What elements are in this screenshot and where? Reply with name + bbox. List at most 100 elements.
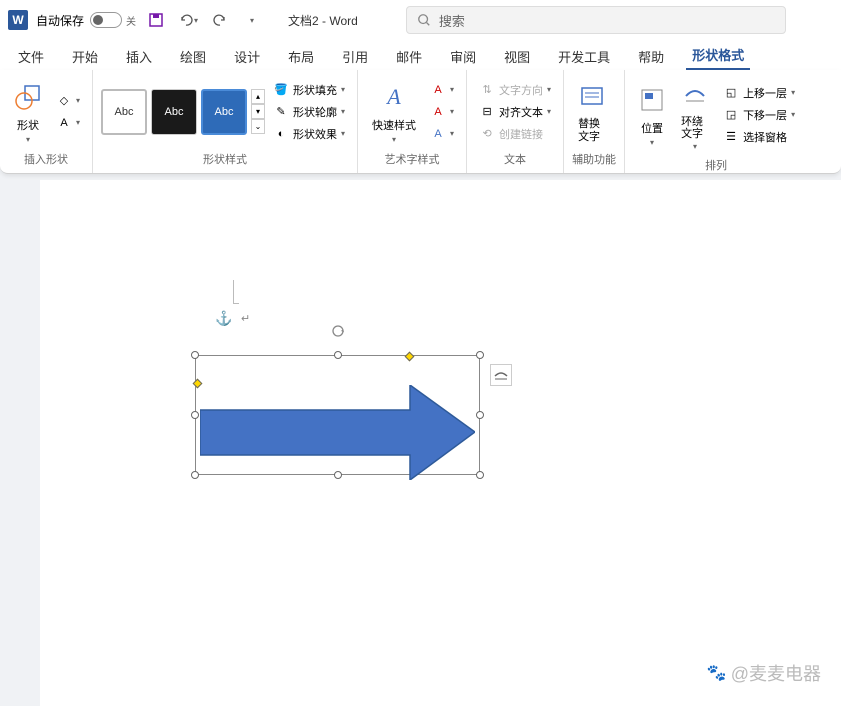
tab-draw[interactable]: 绘图: [174, 43, 212, 70]
chevron-down-icon: ▾: [693, 142, 697, 151]
chevron-down-icon: ▾: [392, 135, 396, 144]
link-icon: ⟲: [479, 126, 495, 142]
text-effects-button[interactable]: A▾: [426, 124, 458, 144]
shapes-label: 形状: [17, 117, 39, 133]
textbox-button[interactable]: A▾: [52, 113, 84, 133]
shapes-icon: [14, 79, 42, 115]
ribbon: 形状 ▾ ◇▾ A▾ 插入形状 Abc Abc Abc ▴ ▾ ⌄: [0, 70, 841, 174]
tab-view[interactable]: 视图: [498, 43, 536, 70]
autosave-toggle[interactable]: 自动保存 关: [36, 12, 136, 29]
gallery-more[interactable]: ⌄: [251, 119, 265, 134]
resize-handle-sw[interactable]: [191, 471, 199, 479]
alt-text-icon: [579, 80, 605, 116]
edit-shape-icon: ◇: [56, 93, 72, 109]
text-outline-button[interactable]: A▾: [426, 102, 458, 122]
bring-forward-button[interactable]: ◱上移一层▾: [719, 83, 799, 103]
tab-insert[interactable]: 插入: [120, 43, 158, 70]
quick-styles-button[interactable]: A 快速样式 ▾: [366, 75, 422, 148]
textbox-icon: A: [56, 115, 72, 131]
style-preset-1[interactable]: Abc: [101, 89, 147, 135]
wordart-icon: A: [387, 79, 400, 115]
layout-options-icon: [493, 368, 509, 382]
search-input[interactable]: 搜索: [406, 6, 786, 34]
group-accessibility: 替换文字 辅助功能: [564, 70, 625, 173]
selection-pane-button[interactable]: ☰选择窗格: [719, 127, 799, 147]
tab-developer[interactable]: 开发工具: [552, 43, 616, 70]
send-backward-button[interactable]: ◲下移一层▾: [719, 105, 799, 125]
title-bar: W 自动保存 关 ▾ ▾ 文档2 - Word 搜索: [0, 0, 841, 40]
save-button[interactable]: [144, 8, 168, 32]
toggle-switch[interactable]: [90, 12, 122, 28]
style-gallery: Abc Abc Abc ▴ ▾ ⌄: [101, 89, 265, 135]
group-arrange: 位置 ▾ 环绕文字 ▾ ◱上移一层▾ ◲下移一层▾ ☰选择窗格 排列: [625, 70, 807, 173]
style-preset-3[interactable]: Abc: [201, 89, 247, 135]
tab-layout[interactable]: 布局: [282, 43, 320, 70]
shape-outline-button[interactable]: ✎形状轮廓▾: [269, 102, 349, 122]
resize-handle-s[interactable]: [334, 471, 342, 479]
text-effects-icon: A: [430, 126, 446, 142]
quick-styles-label: 快速样式: [372, 117, 416, 133]
tab-home[interactable]: 开始: [66, 43, 104, 70]
forward-icon: ◱: [723, 85, 739, 101]
wrap-icon: [682, 78, 708, 114]
gallery-up[interactable]: ▴: [251, 89, 265, 104]
resize-handle-nw[interactable]: [191, 351, 199, 359]
undo-button[interactable]: ▾: [176, 8, 200, 32]
gallery-nav: ▴ ▾ ⌄: [251, 89, 265, 134]
shape-effects-button[interactable]: ◐形状效果▾: [269, 124, 349, 144]
group-shape-styles: Abc Abc Abc ▴ ▾ ⌄ 🪣形状填充▾ ✎形状轮廓▾ ◐形状效果▾ 形…: [93, 70, 358, 173]
group-label: 排列: [633, 155, 799, 175]
redo-button[interactable]: [208, 8, 232, 32]
tab-design[interactable]: 设计: [228, 43, 266, 70]
layout-options-button[interactable]: [490, 364, 512, 386]
text-fill-button[interactable]: A▾: [426, 80, 458, 100]
watermark-text: @麦麦电器: [731, 660, 821, 686]
pane-icon: ☰: [723, 129, 739, 145]
resize-handle-n[interactable]: [334, 351, 342, 359]
fill-icon: 🪣: [273, 82, 289, 98]
alt-text-label: 替换文字: [578, 118, 606, 142]
group-label: 形状样式: [101, 149, 349, 169]
document-title: 文档2 - Word: [288, 12, 358, 29]
arrow-shape[interactable]: [200, 385, 475, 480]
alt-text-button[interactable]: 替换文字: [572, 76, 612, 146]
shapes-button[interactable]: 形状 ▾: [8, 75, 48, 148]
qat-customize[interactable]: ▾: [240, 8, 264, 32]
anchor-icon: ⚓: [215, 310, 232, 327]
group-label: 文本: [475, 149, 555, 169]
document-canvas[interactable]: ⚓ ↵: [40, 180, 841, 706]
position-button[interactable]: 位置 ▾: [633, 78, 671, 151]
search-icon: [417, 13, 431, 27]
tab-mailings[interactable]: 邮件: [390, 43, 428, 70]
edit-shape-button[interactable]: ◇▾: [52, 91, 84, 111]
wrap-text-button[interactable]: 环绕文字 ▾: [675, 74, 715, 155]
outline-icon: ✎: [273, 104, 289, 120]
resize-handle-w[interactable]: [191, 411, 199, 419]
resize-handle-se[interactable]: [476, 471, 484, 479]
word-app-icon: W: [8, 10, 28, 30]
search-placeholder: 搜索: [439, 11, 465, 30]
tab-references[interactable]: 引用: [336, 43, 374, 70]
group-wordart-styles: A 快速样式 ▾ A▾ A▾ A▾ 艺术字样式: [358, 70, 467, 173]
tab-file[interactable]: 文件: [12, 43, 50, 70]
shape-fill-button[interactable]: 🪣形状填充▾: [269, 80, 349, 100]
style-preset-2[interactable]: Abc: [151, 89, 197, 135]
create-link-button: ⟲创建链接: [475, 124, 555, 144]
text-direction-icon: ⇅: [479, 82, 495, 98]
wrap-label: 环绕文字: [681, 116, 709, 140]
chevron-down-icon: ▾: [26, 135, 30, 144]
group-label: 艺术字样式: [366, 149, 458, 169]
text-direction-button[interactable]: ⇅文字方向▾: [475, 80, 555, 100]
align-text-button[interactable]: ⊟对齐文本▾: [475, 102, 555, 122]
tab-shape-format[interactable]: 形状格式: [686, 41, 750, 70]
chevron-down-icon: ▾: [650, 138, 654, 147]
text-outline-icon: A: [430, 104, 446, 120]
tab-review[interactable]: 审阅: [444, 43, 482, 70]
tab-help[interactable]: 帮助: [632, 43, 670, 70]
watermark: 🐾 @麦麦电器: [707, 660, 821, 686]
rotate-handle[interactable]: [330, 323, 346, 344]
shape-selection[interactable]: [195, 355, 480, 475]
resize-handle-e[interactable]: [476, 411, 484, 419]
gallery-down[interactable]: ▾: [251, 104, 265, 119]
resize-handle-ne[interactable]: [476, 351, 484, 359]
